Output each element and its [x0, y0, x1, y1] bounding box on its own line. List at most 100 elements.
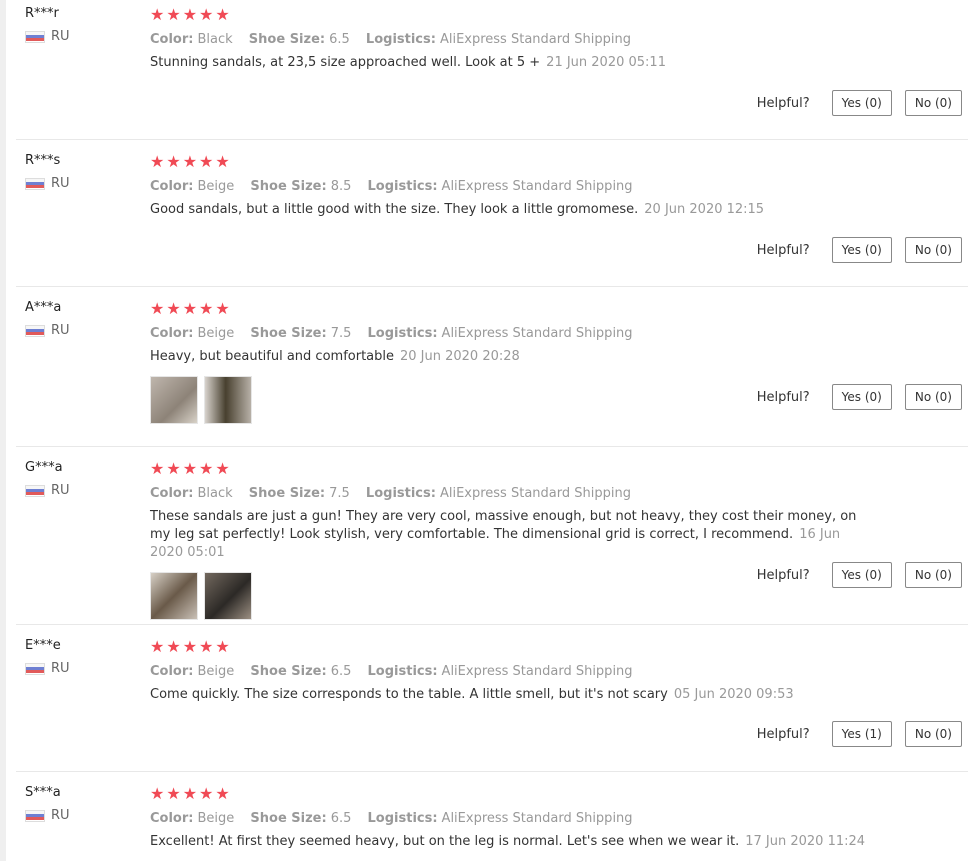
review-date: 20 Jun 2020 20:28	[400, 349, 520, 364]
review-meta: Color: Black Shoe Size: 6.5 Logistics: AliE…	[150, 32, 966, 47]
review-photo-thumbnail[interactable]	[150, 376, 198, 424]
reviewer-country: RU	[25, 176, 70, 191]
review-text: Excellent! At first they seemed heavy, b…	[150, 833, 870, 851]
russia-flag-icon	[25, 30, 45, 43]
review-photo-thumbnail[interactable]	[204, 572, 252, 620]
helpful-vote: Helpful? Yes (0) No (0)	[757, 90, 962, 116]
russia-flag-icon	[25, 177, 45, 190]
reviewer-name: G***a	[25, 460, 63, 475]
color-label: Color:	[150, 664, 194, 679]
logistics-value: AliExpress Standard Shipping	[441, 326, 633, 341]
review-date: 21 Jun 2020 05:11	[546, 55, 666, 70]
review-divider	[16, 286, 968, 287]
russia-flag-icon	[25, 662, 45, 675]
reviewer-name: E***e	[25, 638, 61, 653]
color-value: Beige	[197, 664, 235, 679]
reviewer-country: RU	[25, 661, 70, 676]
color-label: Color:	[150, 326, 194, 341]
review-body: Heavy, but beautiful and comfortable	[150, 349, 394, 364]
review-divider	[16, 139, 968, 140]
color-value: Black	[197, 486, 233, 501]
review-date: 17 Jun 2020 11:24	[745, 834, 866, 849]
color-label: Color:	[150, 811, 194, 826]
review-text: Stunning sandals, at 23,5 size approache…	[150, 54, 870, 72]
helpful-yes-button[interactable]: Yes (0)	[831, 237, 892, 263]
review-text: These sandals are just a gun! They are v…	[150, 508, 870, 562]
review-meta: Color: Beige Shoe Size: 6.5 Logistics: AliE…	[150, 811, 966, 826]
reviewer-info: A***a RU	[25, 300, 70, 338]
helpful-yes-button[interactable]: Yes (0)	[831, 384, 892, 410]
helpful-no-button[interactable]: No (0)	[904, 721, 962, 747]
helpful-yes-button[interactable]: Yes (0)	[831, 562, 892, 588]
logistics-label: Logistics:	[367, 179, 438, 194]
review-item: R***s RU ★★★★★ Color: Beige Shoe Size: 8.5…	[0, 147, 980, 287]
country-code: RU	[51, 176, 70, 191]
review-divider	[16, 771, 968, 772]
reviewer-country: RU	[25, 483, 70, 498]
review-body: These sandals are just a gun! They are v…	[150, 509, 857, 542]
helpful-yes-button[interactable]: Yes (0)	[831, 90, 892, 116]
helpful-vote: Helpful? Yes (0) No (0)	[757, 384, 962, 410]
russia-flag-icon	[25, 324, 45, 337]
logistics-value: AliExpress Standard Shipping	[439, 32, 631, 47]
helpful-label: Helpful?	[756, 389, 810, 405]
review-meta: Color: Beige Shoe Size: 6.5 Logistics: AliE…	[150, 664, 966, 679]
review-item: G***a RU ★★★★★ Color: Black Shoe Size: 7.5…	[0, 454, 980, 625]
review-text: Heavy, but beautiful and comfortable 20 J…	[150, 348, 870, 366]
size-value: 7.5	[330, 326, 352, 341]
size-value: 6.5	[330, 811, 352, 826]
review-photo-thumbnail[interactable]	[204, 376, 252, 424]
russia-flag-icon	[25, 809, 45, 822]
review-body: Good sandals, but a little good with the…	[150, 202, 639, 217]
reviewer-country: RU	[25, 29, 70, 44]
logistics-label: Logistics:	[367, 664, 438, 679]
helpful-vote: Helpful? Yes (0) No (0)	[757, 562, 962, 588]
review-divider	[16, 446, 968, 447]
color-value: Black	[197, 32, 233, 47]
reviewer-info: R***r RU	[25, 6, 70, 44]
review-item: S***a RU ★★★★★ Color: Beige Shoe Size: 6.5…	[0, 779, 980, 861]
review-content: ★★★★★ Color: Beige Shoe Size: 6.5 Logistic…	[150, 638, 966, 704]
helpful-no-button[interactable]: No (0)	[904, 237, 962, 263]
helpful-no-button[interactable]: No (0)	[904, 384, 962, 410]
review-item: A***a RU ★★★★★ Color: Beige Shoe Size: 7.5…	[0, 294, 980, 447]
size-value: 8.5	[330, 179, 352, 194]
logistics-value: AliExpress Standard Shipping	[441, 179, 633, 194]
review-item: E***e RU ★★★★★ Color: Beige Shoe Size: 6.5…	[0, 632, 980, 772]
helpful-vote: Helpful? Yes (1) No (0)	[757, 721, 962, 747]
helpful-label: Helpful?	[756, 95, 810, 111]
size-label: Shoe Size:	[250, 664, 327, 679]
color-value: Beige	[197, 326, 235, 341]
helpful-label: Helpful?	[756, 726, 810, 742]
helpful-label: Helpful?	[756, 567, 810, 583]
review-content: ★★★★★ Color: Beige Shoe Size: 8.5 Logistic…	[150, 153, 966, 219]
logistics-value: AliExpress Standard Shipping	[441, 811, 633, 826]
review-text: Good sandals, but a little good with the…	[150, 201, 870, 219]
review-date: 20 Jun 2020 12:15	[644, 202, 765, 217]
review-photo-thumbnail[interactable]	[150, 572, 198, 620]
size-label: Shoe Size:	[250, 811, 327, 826]
logistics-label: Logistics:	[365, 486, 436, 501]
country-code: RU	[51, 661, 70, 676]
color-value: Beige	[197, 179, 235, 194]
review-text: Come quickly. The size corresponds to th…	[150, 686, 870, 704]
helpful-vote: Helpful? Yes (0) No (0)	[757, 237, 962, 263]
size-value: 7.5	[329, 486, 350, 501]
size-value: 6.5	[329, 32, 350, 47]
helpful-no-button[interactable]: No (0)	[904, 90, 962, 116]
reviewer-info: E***e RU	[25, 638, 70, 676]
review-divider	[16, 624, 968, 625]
logistics-label: Logistics:	[365, 32, 436, 47]
reviewer-name: R***r	[25, 6, 59, 21]
size-label: Shoe Size:	[250, 179, 327, 194]
review-body: Stunning sandals, at 23,5 size approache…	[150, 55, 541, 70]
review-body: Excellent! At first they seemed heavy, b…	[150, 834, 740, 849]
size-value: 6.5	[330, 664, 352, 679]
reviewer-country: RU	[25, 808, 70, 823]
helpful-no-button[interactable]: No (0)	[904, 562, 962, 588]
star-rating: ★★★★★	[150, 459, 232, 478]
reviewer-country: RU	[25, 323, 70, 338]
color-label: Color:	[150, 486, 194, 501]
review-date: 05 Jun 2020 09:53	[673, 687, 794, 702]
helpful-yes-button[interactable]: Yes (1)	[831, 721, 892, 747]
